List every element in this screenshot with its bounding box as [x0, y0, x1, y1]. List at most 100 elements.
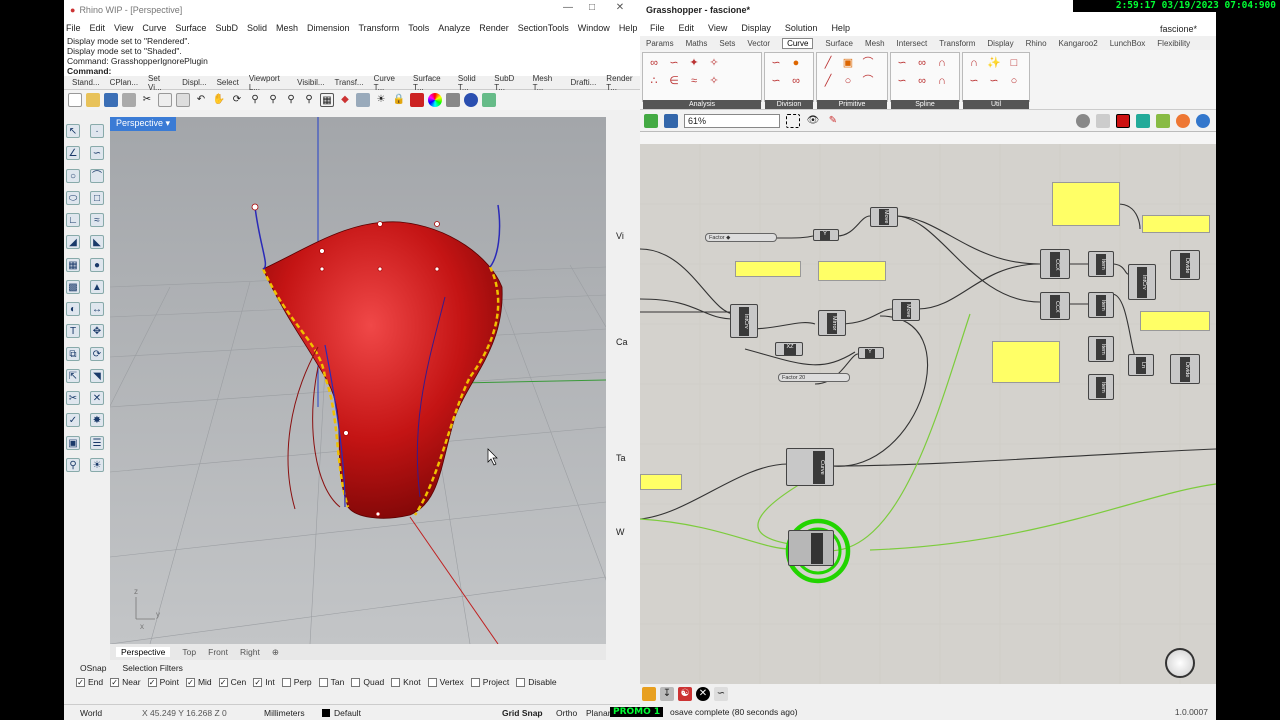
grid-icon[interactable] — [356, 93, 370, 107]
gh-menu-item-solution[interactable]: Solution — [785, 23, 818, 33]
trim-icon[interactable]: ✂ — [66, 391, 80, 405]
tab-viewport[interactable]: Perspective — [116, 647, 171, 657]
sketch-tool-icon[interactable]: ∽ — [714, 687, 728, 701]
checkbox[interactable] — [281, 677, 291, 687]
gh-component[interactable]: Item — [1088, 251, 1114, 277]
menu-item-file[interactable]: File — [66, 23, 81, 33]
cplane-label[interactable]: World — [64, 708, 104, 718]
gh-menu-item-help[interactable]: Help — [831, 23, 850, 33]
gh-component[interactable]: Move — [870, 207, 898, 227]
gh-tab-flexibility[interactable]: Flexibility — [1157, 39, 1190, 48]
circle-icon[interactable]: ○ — [66, 168, 80, 183]
gh-component[interactable]: Ln — [1128, 354, 1154, 376]
gh-tab-params[interactable]: Params — [646, 39, 674, 48]
checkbox[interactable]: ✓ — [253, 677, 263, 687]
toolbar-tab[interactable]: Mesh T... — [533, 74, 561, 92]
spline-icon[interactable]: ∩ — [935, 74, 949, 88]
maximize-button[interactable]: □ — [582, 2, 602, 13]
ortho-toggle[interactable]: Ortho — [556, 708, 586, 718]
osnap-cen[interactable]: ✓ Cen — [218, 677, 246, 687]
gh-canvas[interactable]: Factor ◆ Factor 20 Move Y IntCrv Mirror … — [640, 144, 1216, 684]
tab-osnap[interactable]: OSnap — [80, 663, 106, 673]
analysis-icon[interactable]: ∈ — [667, 74, 681, 88]
gh-tab-curve[interactable]: Curve — [782, 37, 814, 49]
loft-icon[interactable]: ◣ — [90, 235, 104, 250]
osnap-knot[interactable]: Knot — [391, 677, 421, 687]
gh-component[interactable]: Divide — [1170, 250, 1200, 280]
fillet-icon[interactable]: ∟ — [66, 213, 80, 227]
box-icon[interactable]: ▦ — [66, 257, 80, 272]
preview-shaded-icon[interactable] — [1116, 113, 1130, 128]
bake-icon[interactable]: ↧ — [660, 687, 674, 701]
toolbar-tab[interactable]: Drafti... — [571, 78, 597, 87]
gh-component[interactable]: Y — [858, 347, 884, 359]
open-file-icon[interactable] — [644, 113, 658, 128]
division-icon[interactable]: ● — [789, 56, 803, 70]
curve-icon[interactable]: ∽ — [90, 146, 104, 161]
toolbar-tab[interactable]: Select — [217, 78, 239, 87]
osnap-end[interactable]: ✓ End — [76, 677, 103, 687]
checkbox[interactable] — [318, 677, 328, 687]
save-icon[interactable] — [104, 93, 118, 107]
display-mode-icon[interactable] — [446, 93, 460, 107]
menu-item-surface[interactable]: Surface — [175, 23, 206, 33]
boolean-icon[interactable]: ◐ — [66, 302, 80, 316]
menu-item-window[interactable]: Window — [578, 23, 610, 33]
checkbox[interactable] — [391, 677, 401, 687]
viewport-layout-icon[interactable]: ▦ — [320, 93, 334, 107]
viewport-title-tab[interactable]: Perspective ▾ — [110, 117, 177, 131]
gh-tab-rhino[interactable]: Rhino — [1026, 39, 1047, 48]
osnap-quad[interactable]: Quad — [351, 677, 384, 687]
menu-item-sectiontools[interactable]: SectionTools — [518, 23, 569, 33]
surface-icon[interactable]: ◢ — [66, 235, 80, 250]
arc-icon[interactable]: ⌒ — [90, 168, 104, 183]
checkbox[interactable] — [427, 677, 437, 687]
toolbar-tab[interactable]: CPlan... — [110, 78, 138, 87]
analysis-icon[interactable]: ✧ — [707, 74, 721, 88]
gh-tab-display[interactable]: Display — [987, 39, 1013, 48]
gh-component[interactable]: Item — [1088, 374, 1114, 400]
color-icon[interactable] — [428, 93, 442, 107]
analysis-icon[interactable]: ✦ — [687, 56, 701, 70]
toolbar-tab[interactable]: Stand... — [72, 78, 100, 87]
spline-icon[interactable]: ∞ — [915, 74, 929, 88]
gh-tab-mesh[interactable]: Mesh — [865, 39, 885, 48]
gh-tab-transform[interactable]: Transform — [939, 39, 975, 48]
menu-item-transform[interactable]: Transform — [359, 23, 400, 33]
toolbar-tab[interactable]: Viewport L... — [249, 74, 287, 92]
toolbar-tab[interactable]: Render T... — [606, 74, 640, 92]
toolbar-tab[interactable]: SubD T... — [494, 74, 522, 92]
text-panel[interactable] — [992, 341, 1060, 383]
copy-tool-icon[interactable]: ⧉ — [66, 346, 80, 361]
osnap-int[interactable]: ✓ Int — [253, 677, 275, 687]
osnap-tan[interactable]: Tan — [318, 677, 344, 687]
spline-icon[interactable]: ∽ — [895, 74, 909, 88]
zoom-window-icon[interactable]: ⚲ — [266, 93, 280, 107]
text-panel[interactable] — [640, 474, 682, 490]
gh-component[interactable]: IntCrv — [730, 304, 758, 338]
menu-item-curve[interactable]: Curve — [142, 23, 166, 33]
preview-selected-icon[interactable] — [1136, 113, 1150, 128]
gh-component[interactable]: IntCrv — [1128, 264, 1156, 300]
minimize-button[interactable]: — — [558, 2, 578, 13]
arc-icon[interactable]: ⌒ — [861, 56, 875, 70]
car-icon[interactable]: ◆ — [338, 93, 352, 107]
gh-menu-item-display[interactable]: Display — [741, 23, 771, 33]
close-icon[interactable]: ✕ — [696, 687, 710, 701]
join-icon[interactable]: ✓ — [66, 413, 80, 428]
save-file-icon[interactable] — [664, 113, 678, 128]
line-icon[interactable]: ╱ — [821, 74, 835, 88]
gh-component[interactable]: Y — [813, 229, 839, 241]
osnap-disable[interactable]: Disable — [516, 677, 557, 687]
offset-icon[interactable]: ≈ — [90, 213, 104, 227]
analysis-icon[interactable]: ∽ — [667, 56, 681, 70]
pan-icon[interactable]: ✋ — [212, 93, 226, 107]
circle-icon[interactable]: ○ — [841, 74, 855, 88]
toolbar-tab[interactable]: Surface T... — [413, 74, 448, 92]
osnap-near[interactable]: ✓ Near — [110, 677, 141, 687]
text-panel[interactable] — [735, 261, 801, 277]
menu-item-mesh[interactable]: Mesh — [276, 23, 298, 33]
gh-menu-item-edit[interactable]: Edit — [679, 23, 695, 33]
canvas-navigator-icon[interactable] — [1165, 648, 1195, 678]
menu-item-render[interactable]: Render — [479, 23, 509, 33]
